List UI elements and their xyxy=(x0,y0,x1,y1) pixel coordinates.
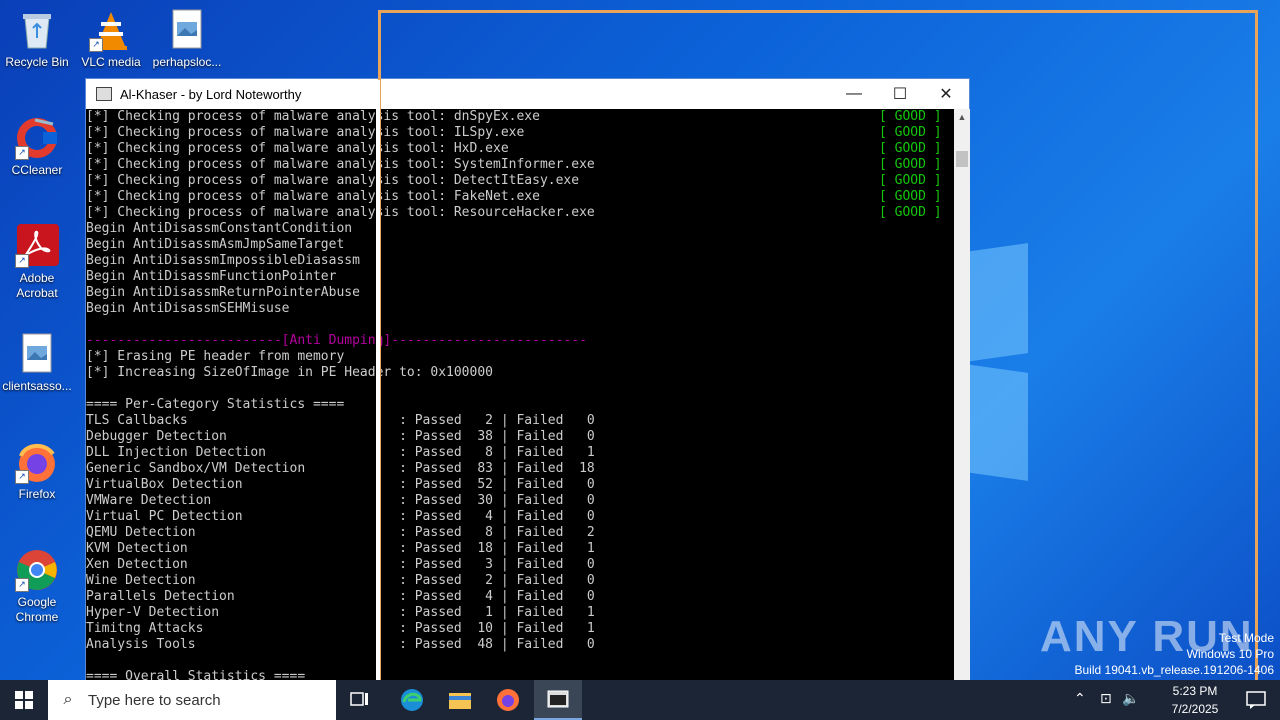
clock-time: 5:23 PM xyxy=(1172,684,1218,698)
task-view-button[interactable] xyxy=(336,680,384,720)
search-placeholder: Type here to search xyxy=(88,691,221,709)
clock-date: 7/2/2025 xyxy=(1171,702,1219,716)
search-icon: ⌕ xyxy=(63,691,73,708)
folder-icon xyxy=(449,693,471,709)
desktop-icon-firefox[interactable]: ↗ Firefox xyxy=(0,440,74,502)
antidisassm-line-text: Begin AntiDisassmReturnPointerAbuse xyxy=(86,285,360,300)
desktop-icon-recycle-bin[interactable]: Recycle Bin xyxy=(0,8,74,70)
acrobat-icon: ↗ xyxy=(15,224,59,268)
chrome-icon: ↗ xyxy=(15,548,59,592)
antidisassm-line-text: Begin AntiDisassmImpossibleDiasassm xyxy=(86,253,360,268)
windows-start-icon xyxy=(15,691,33,709)
taskbar-console[interactable] xyxy=(534,680,582,720)
anti-dumping-line-text: [*] Erasing PE header from memory xyxy=(86,349,345,364)
task-view-icon xyxy=(350,692,368,706)
desktop-icon-clientsasso[interactable]: clientsasso... xyxy=(0,332,74,394)
notification-button[interactable] xyxy=(1232,680,1280,720)
shortcut-arrow-icon: ↗ xyxy=(15,470,29,484)
antidisassm-line-text: Begin AntiDisassmFunctionPointer xyxy=(86,269,337,284)
test-mode-text: Test Mode Windows 10 Pro Build 19041.vb_… xyxy=(1075,630,1275,678)
shortcut-arrow-icon: ↗ xyxy=(89,38,103,52)
highlight-frame xyxy=(378,10,1258,694)
image-file-icon xyxy=(15,332,59,376)
volume-icon[interactable]: 🔈 xyxy=(1122,690,1139,707)
firefox-icon: ↗ xyxy=(15,440,59,484)
chevron-up-icon[interactable]: ⌃ xyxy=(1074,690,1086,707)
start-button[interactable] xyxy=(0,680,48,720)
antidisassm-line-text: Begin AntiDisassmSEHMisuse xyxy=(86,301,290,316)
shortcut-arrow-icon: ↗ xyxy=(15,146,29,160)
shortcut-arrow-icon: ↗ xyxy=(15,254,29,268)
test-mode-label: Test Mode xyxy=(1218,631,1274,645)
firefox-icon xyxy=(497,689,519,711)
taskbar-file-explorer[interactable] xyxy=(436,680,484,720)
selection-edge xyxy=(376,80,380,696)
console-icon xyxy=(547,690,569,708)
console-app-icon xyxy=(96,87,112,101)
vlc-icon: ↗ xyxy=(89,8,133,52)
antidisassm-line-text: Begin AntiDisassmConstantCondition xyxy=(86,221,353,236)
taskbar-firefox[interactable] xyxy=(484,680,532,720)
desktop-icon-ccleaner[interactable]: ↗ CCleaner xyxy=(0,116,74,178)
taskbar: ⌕ Type here to search ⌃ ⊡ 🔈 5:23 PM 7/2/… xyxy=(0,680,1280,720)
recycle-bin-icon xyxy=(15,8,59,52)
desktop-icon-chrome[interactable]: ↗ Google Chrome xyxy=(0,548,74,625)
taskbar-edge[interactable] xyxy=(388,680,436,720)
antidisassm-line-text: Begin AntiDisassmAsmJmpSameTarget xyxy=(86,237,345,252)
taskbar-clock[interactable]: 5:23 PM 7/2/2025 xyxy=(1150,680,1240,718)
taskbar-search-box[interactable]: ⌕ Type here to search xyxy=(48,680,336,720)
desktop-icon-perhapsloc[interactable]: perhapsloc... xyxy=(150,8,224,70)
shortcut-arrow-icon: ↗ xyxy=(15,578,29,592)
desktop-icon-vlc[interactable]: ↗ VLC media xyxy=(74,8,148,70)
network-icon[interactable]: ⊡ xyxy=(1100,690,1112,707)
notification-icon xyxy=(1246,691,1266,709)
ccleaner-icon: ↗ xyxy=(15,116,59,160)
edition-label: Windows 10 Pro xyxy=(1186,647,1274,661)
desktop-icon-acrobat[interactable]: ↗ Adobe Acrobat xyxy=(0,224,74,301)
edge-icon xyxy=(401,689,423,711)
image-file-icon xyxy=(165,8,209,52)
stats-header-text: ==== Per-Category Statistics ==== xyxy=(86,397,345,412)
build-label: Build 19041.vb_release.191206-1406 xyxy=(1074,663,1275,677)
